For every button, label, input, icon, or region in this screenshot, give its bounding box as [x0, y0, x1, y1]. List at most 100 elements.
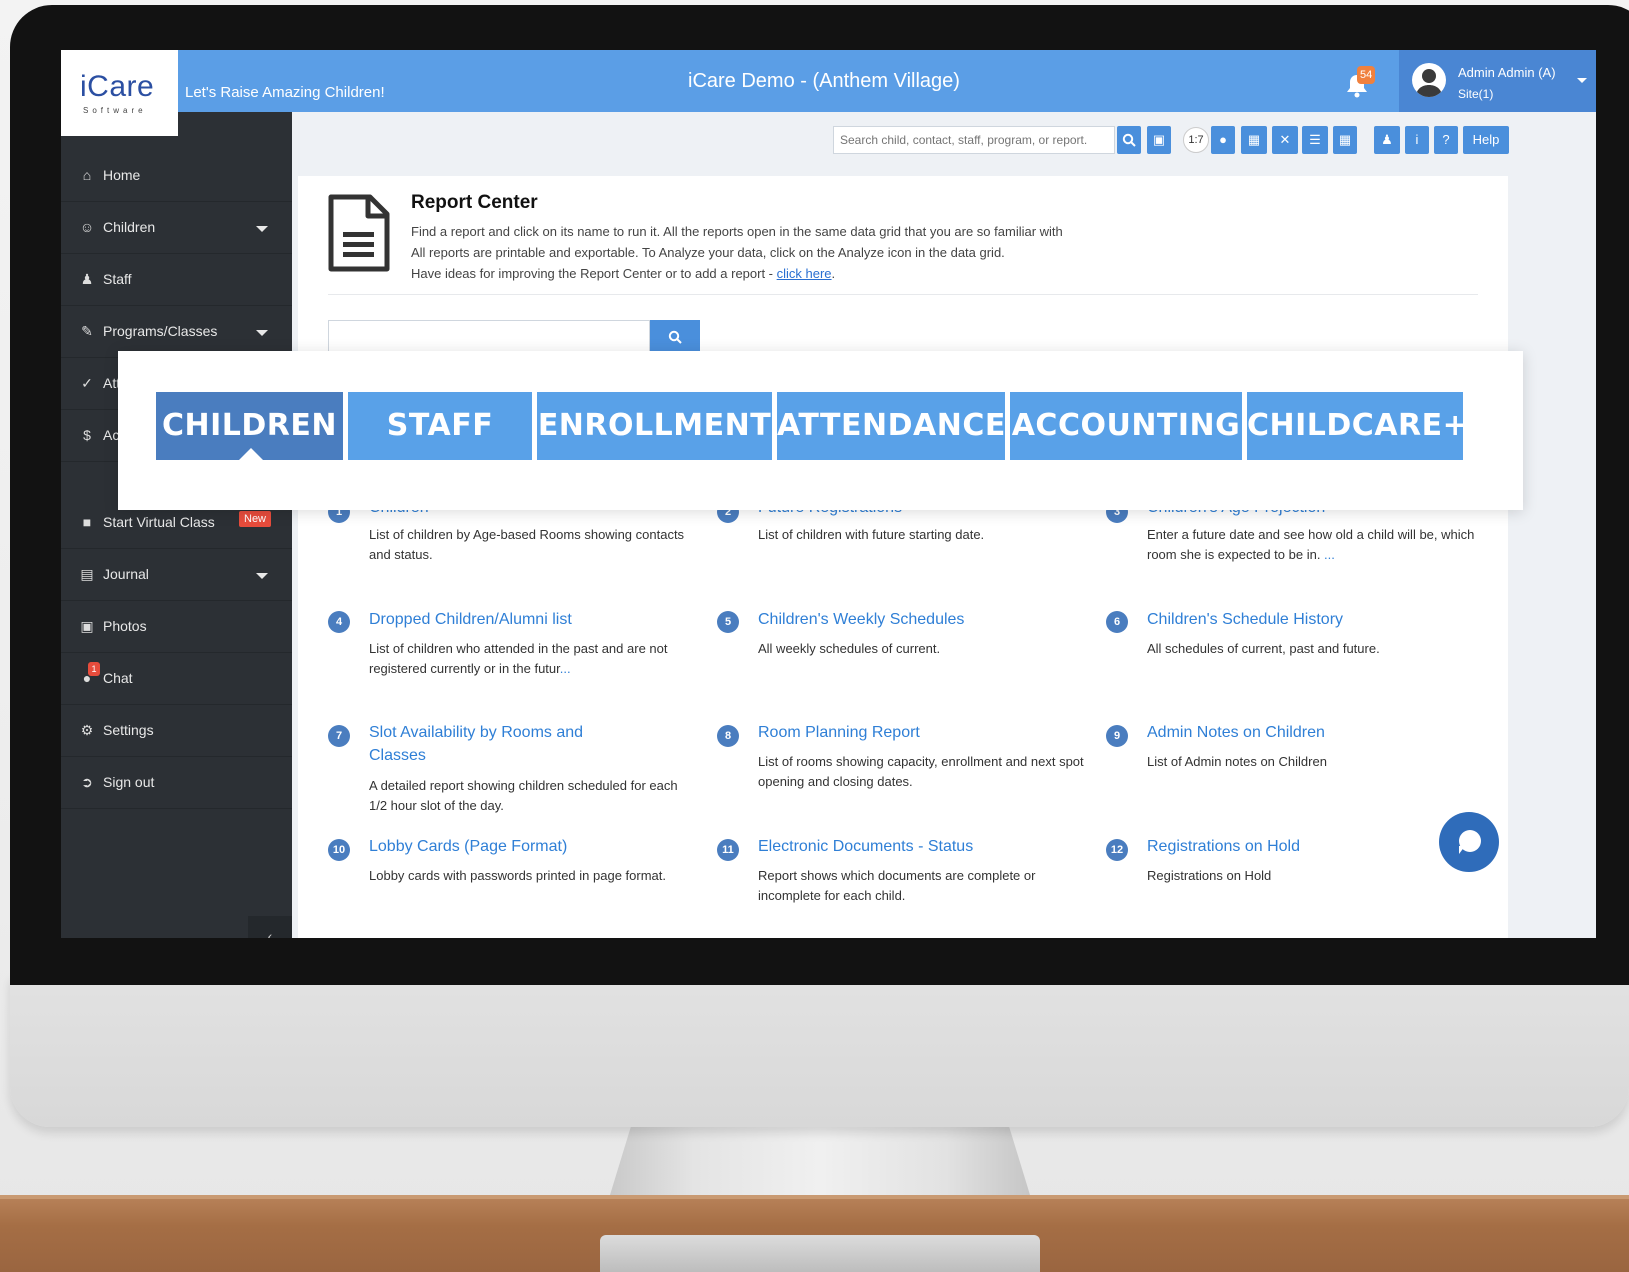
user-menu[interactable]: Admin Admin (A) Site(1) [1399, 50, 1596, 112]
read-more-link[interactable]: ... [1320, 547, 1335, 562]
search-button[interactable] [1117, 126, 1141, 154]
drop-button[interactable]: ● [1211, 126, 1235, 154]
tab-childcare-plus[interactable]: CHILDCARE+ [1247, 392, 1468, 460]
report-link[interactable]: Children's Weekly Schedules [758, 608, 1088, 631]
logo[interactable]: iCare Software [61, 50, 178, 136]
sidebar-item-label: Journal [103, 566, 149, 582]
ratio-button[interactable]: 1:7 [1183, 127, 1209, 153]
add-user-icon: ♟ [1381, 132, 1393, 147]
chat-bubble-tail [1459, 846, 1465, 854]
report-center-description: Find a report and click on its name to r… [411, 221, 1063, 284]
sidebar-item-chat[interactable]: ● 1 Chat [61, 653, 292, 705]
chevron-down-icon [1577, 78, 1587, 83]
sidebar-item-photos[interactable]: ▣ Photos [61, 601, 292, 653]
divider [328, 294, 1478, 295]
pencil-icon: ✎ [81, 323, 93, 339]
sidebar-item-home[interactable]: ⌂ Home [61, 150, 292, 202]
description-text: Enter a future date and see how old a ch… [1147, 527, 1475, 562]
report-number: 6 [1106, 611, 1128, 633]
tab-enrollment[interactable]: ENROLLMENT [537, 392, 772, 460]
tab-accounting[interactable]: ACCOUNTING [1010, 392, 1242, 460]
description-text: Have ideas for improving the Report Cent… [411, 266, 777, 281]
description-text: List of children who attended in the pas… [369, 641, 668, 676]
sidebar-item-sign-out[interactable]: ➲ Sign out [61, 757, 292, 809]
gantt-button[interactable]: ☰ [1302, 126, 1328, 154]
global-search-input[interactable] [833, 126, 1115, 154]
grid-icon: ▦ [1338, 132, 1352, 147]
camera-icon: ▣ [80, 618, 94, 634]
report-description: List of children with future starting da… [758, 527, 985, 542]
report-search-button[interactable] [650, 320, 700, 354]
category-tab-overlay: CHILDREN STAFF ENROLLMENT ATTENDANCE ACC… [118, 351, 1523, 510]
sidebar-item-label: Ac [103, 427, 120, 443]
description-line: All reports are printable and exportable… [411, 245, 1005, 260]
tab-staff[interactable]: STAFF [348, 392, 532, 460]
report-link[interactable]: Lobby Cards (Page Format) [369, 835, 699, 858]
smile-icon: ☺ [79, 219, 95, 235]
report-number: 7 [328, 725, 350, 747]
notification-badge: 54 [1357, 66, 1376, 84]
report-number: 9 [1106, 725, 1128, 747]
read-more-link[interactable]: ... [560, 661, 571, 676]
report-link[interactable]: Registrations on Hold [1147, 835, 1477, 858]
user-icon: ♟ [80, 271, 94, 287]
app-title: iCare Demo - (Anthem Village) [688, 70, 960, 92]
report-link[interactable]: Children's Schedule History [1147, 608, 1477, 631]
grid-button[interactable]: ▦ [1333, 126, 1357, 154]
report-description: Registrations on Hold [1147, 868, 1272, 883]
sidebar-item-children[interactable]: ☺ Children [61, 202, 292, 254]
report-link[interactable]: Slot Availability by Rooms and Classes [369, 721, 609, 767]
report-number: 8 [717, 725, 739, 747]
document-icon [328, 194, 390, 272]
sidebar: ⌂ Home ☺ Children ♟ Staff ✎ Programs/Cla… [61, 112, 292, 938]
report-link[interactable]: Electronic Documents - Status [758, 835, 1088, 858]
sidebar-item-label: Photos [103, 618, 147, 634]
cart-button[interactable]: ▣ [1147, 126, 1171, 154]
chevron-down-icon [256, 330, 268, 336]
cart-icon: ▣ [1152, 132, 1166, 147]
report-description: A detailed report showing children sched… [369, 778, 678, 813]
sidebar-item-staff[interactable]: ♟ Staff [61, 254, 292, 306]
user-silhouette-icon [1416, 69, 1442, 97]
feedback-link[interactable]: click here [777, 266, 832, 281]
tab-attendance[interactable]: ATTENDANCE [777, 392, 1005, 460]
report-link[interactable]: Admin Notes on Children [1147, 721, 1477, 744]
gear-icon: ⚙ [80, 722, 94, 738]
report-description: List of rooms showing capacity, enrollme… [758, 754, 1084, 789]
sidebar-item-journal[interactable]: ▤ Journal [61, 549, 292, 601]
help-button[interactable]: Help [1463, 126, 1509, 154]
report-number: 11 [717, 839, 739, 861]
drop-icon: ● [1219, 132, 1227, 147]
description-line: Have ideas for improving the Report Cent… [411, 263, 1063, 284]
info-button[interactable]: i [1405, 126, 1429, 154]
logo-text: iCare [80, 70, 155, 103]
chevron-down-icon [256, 573, 268, 579]
calendar-button[interactable]: ▦ [1241, 126, 1267, 154]
report-link[interactable]: Dropped Children/Alumni list [369, 608, 699, 631]
sidebar-item-label: Staff [103, 271, 132, 287]
new-badge: New [239, 511, 272, 527]
sidebar-item-label: Home [103, 167, 141, 183]
calendar-icon: ▦ [1247, 132, 1261, 147]
sidebar-item-settings[interactable]: ⚙ Settings [61, 705, 292, 757]
add-user-button[interactable]: ♟ [1374, 126, 1400, 154]
report-search-input[interactable] [328, 320, 650, 354]
user-name: Admin Admin (A) [1458, 65, 1556, 80]
report-link[interactable]: Room Planning Report [758, 721, 1088, 744]
sidebar-item-label: Sign out [103, 774, 155, 790]
sidebar-item-label: Programs/Classes [103, 323, 218, 339]
description-suffix: . [831, 266, 836, 281]
question-button[interactable]: ? [1434, 126, 1458, 154]
home-icon: ⌂ [82, 167, 92, 183]
report-description: List of Admin notes on Children [1147, 754, 1327, 769]
chevron-down-icon [256, 226, 268, 232]
live-chat-button[interactable] [1439, 812, 1499, 872]
report-description: All weekly schedules of current. [758, 641, 941, 656]
tools-button[interactable]: ✕ [1272, 126, 1298, 154]
check-circle-icon: ✓ [81, 375, 93, 391]
avatar [1412, 63, 1446, 97]
description-line: Find a report and click on its name to r… [411, 224, 1063, 239]
report-number: 4 [328, 611, 350, 633]
collapse-sidebar-button[interactable]: ‹ [248, 916, 292, 938]
sidebar-item-label: Children [103, 219, 156, 235]
